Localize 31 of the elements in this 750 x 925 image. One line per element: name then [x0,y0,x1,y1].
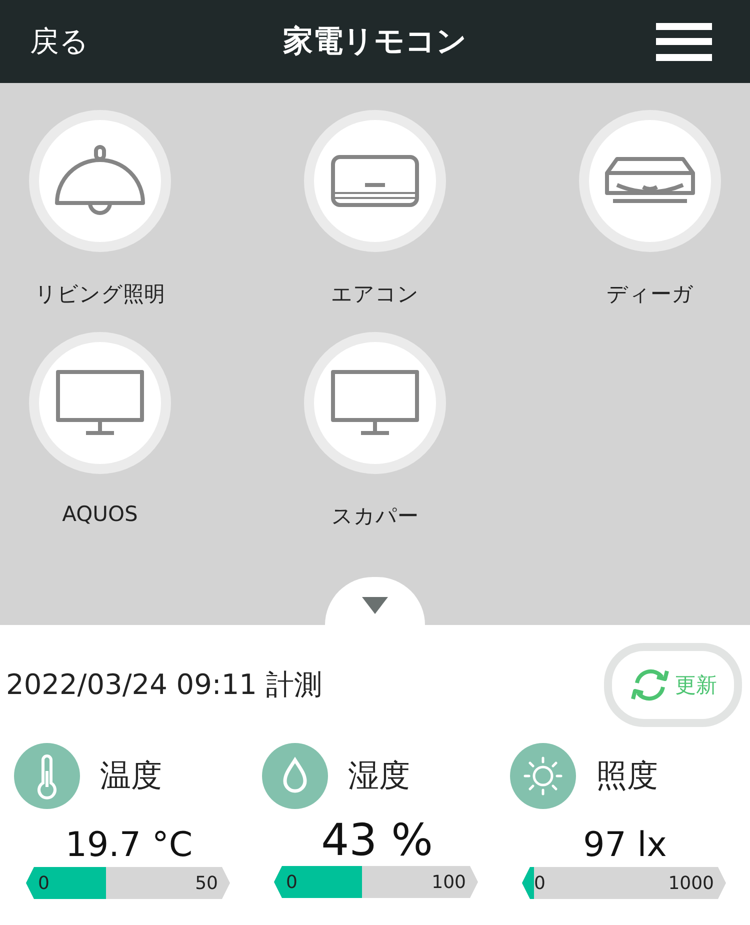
device-label: リビング照明 [35,281,165,308]
meter-min: 0 [38,872,50,894]
lamp-icon [55,145,145,217]
sensor-name: 温度 [100,757,162,796]
meter-min: 0 [286,872,298,892]
meter-min: 0 [534,872,546,894]
meter-max: 1000 [668,872,714,894]
device-label: ディーガ [606,281,694,308]
caret-down-icon [362,597,388,614]
device-label: AQUOS [62,502,138,526]
sun-icon [510,743,576,809]
thermometer-icon [14,743,80,809]
air-conditioner-icon [331,155,419,207]
refresh-icon [629,667,671,703]
monitor-icon [331,370,419,436]
meter-max: 50 [195,872,218,894]
back-button[interactable]: 戻る [30,22,89,62]
meter-max: 100 [432,872,466,892]
measurement-time: 2022/03/24 09:11 計測 [6,667,322,703]
sensor-reading: 19.7 °C [65,825,193,865]
screen-title: 家電リモコン [283,23,467,61]
water-drop-icon [262,743,328,809]
disc-recorder-icon [605,157,695,205]
device-label: スカパー [332,503,418,530]
sensor-name: 照度 [596,757,658,796]
sensor-name: 湿度 [348,757,410,796]
device-label: エアコン [331,281,419,308]
sensor-reading: 43 % [321,815,433,866]
monitor-icon [56,370,144,436]
menu-icon[interactable] [656,22,712,60]
sensor-reading: 97 lx [583,825,667,865]
